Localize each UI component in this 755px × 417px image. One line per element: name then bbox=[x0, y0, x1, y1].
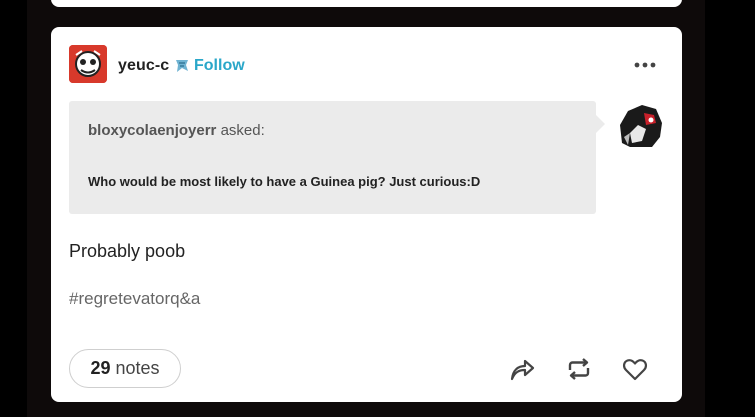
notes-button[interactable]: 29 notes bbox=[69, 349, 181, 388]
ask-box: bloxycolaenjoyerr asked: Who would be mo… bbox=[69, 101, 596, 214]
reblog-icon bbox=[568, 358, 590, 380]
ask-question: Who would be most likely to have a Guine… bbox=[88, 174, 481, 189]
notes-count: 29 bbox=[90, 358, 111, 378]
asker-line: bloxycolaenjoyerr asked: bbox=[88, 122, 265, 139]
more-options-button[interactable] bbox=[631, 55, 659, 75]
notes-label: notes bbox=[115, 358, 160, 378]
post-card: yeuc-c Follow bloxycolaenjoyerr asked: W… bbox=[51, 27, 682, 402]
blog-name-link[interactable]: yeuc-c bbox=[118, 57, 169, 75]
asked-label: asked: bbox=[220, 122, 265, 139]
answer-text: Probably poob bbox=[69, 241, 186, 261]
post-tag[interactable]: #regretevatorq&a bbox=[69, 289, 200, 309]
ellipsis-icon bbox=[634, 62, 656, 68]
share-icon bbox=[510, 359, 535, 381]
asker-avatar-image bbox=[620, 105, 662, 147]
reblog-button[interactable] bbox=[565, 355, 593, 383]
blog-avatar-image bbox=[69, 45, 107, 83]
follow-button[interactable]: Follow bbox=[194, 57, 245, 75]
asker-name-link[interactable]: bloxycolaenjoyerr bbox=[88, 122, 216, 139]
blog-avatar[interactable] bbox=[69, 45, 107, 83]
ask-pointer bbox=[596, 115, 605, 133]
previous-post-card bbox=[51, 0, 682, 7]
asker-avatar[interactable] bbox=[616, 103, 664, 149]
like-button[interactable] bbox=[621, 355, 649, 383]
heart-icon bbox=[623, 359, 647, 381]
share-button[interactable] bbox=[508, 355, 536, 383]
follow-badge-icon bbox=[173, 57, 191, 75]
